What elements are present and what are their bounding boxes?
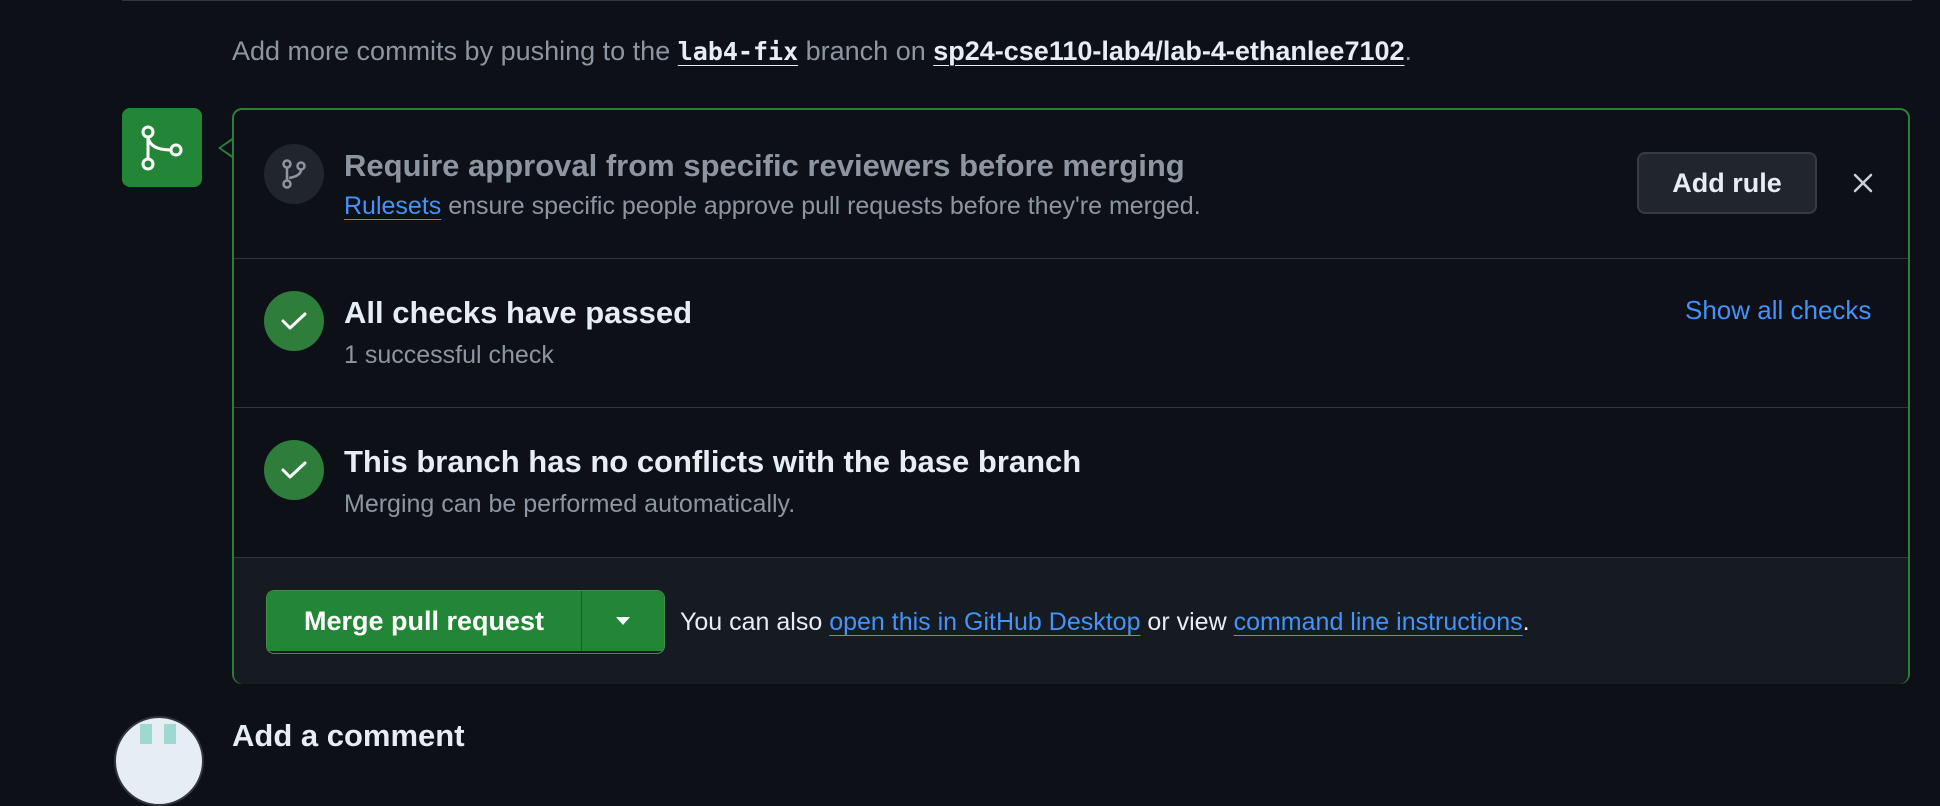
check-icon — [281, 461, 307, 479]
checks-subtitle: 1 successful check — [344, 341, 554, 369]
rulesets-link[interactable]: Rulesets — [344, 192, 441, 220]
conflicts-status-circle — [264, 440, 324, 500]
command-line-instructions-link[interactable]: command line instructions — [1234, 608, 1523, 636]
conflicts-title: This branch has no conflicts with the ba… — [344, 444, 1082, 479]
avatar-pixel — [140, 724, 152, 744]
avatar-pixel — [164, 724, 176, 744]
conflicts-section: This branch has no conflicts with the ba… — [234, 408, 1908, 558]
add-rule-button[interactable]: Add rule — [1637, 152, 1817, 214]
ruleset-description: Rulesets ensure specific people approve … — [344, 192, 1201, 221]
checks-status-circle — [264, 291, 324, 351]
add-comment-heading: Add a comment — [232, 718, 465, 753]
push-info-text: Add more commits by pushing to the lab4-… — [232, 36, 1412, 67]
merge-status-badge — [122, 108, 202, 187]
merge-alternatives-note: You can also open this in GitHub Desktop… — [680, 608, 1530, 637]
push-info-prefix: Add more commits by pushing to the — [232, 36, 678, 66]
check-icon — [281, 312, 307, 330]
conflicts-subtitle: Merging can be performed automatically. — [344, 490, 796, 518]
git-merge-icon — [141, 125, 183, 170]
merge-action-section: Merge pull request You can also open thi… — [234, 558, 1908, 684]
triangle-down-icon — [616, 617, 630, 625]
avatar[interactable] — [114, 716, 204, 806]
close-button[interactable] — [1846, 166, 1880, 200]
push-info-middle: branch on — [798, 36, 934, 66]
checks-section: All checks have passed 1 successful chec… — [234, 259, 1908, 408]
ruleset-description-text: ensure specific people approve pull requ… — [441, 192, 1201, 220]
ruleset-title: Require approval from specific reviewers… — [344, 148, 1185, 183]
merge-note-middle: or view — [1140, 608, 1234, 636]
github-desktop-link[interactable]: open this in GitHub Desktop — [829, 608, 1140, 636]
merge-method-dropdown[interactable] — [582, 591, 664, 651]
timeline-divider — [122, 0, 1912, 1]
merge-note-prefix: You can also — [680, 608, 830, 636]
merge-button-group: Merge pull request — [266, 590, 665, 654]
checks-title: All checks have passed — [344, 295, 693, 330]
push-info-suffix: . — [1404, 36, 1413, 66]
repo-link[interactable]: sp24-cse110-lab4/lab-4-ethanlee7102 — [933, 36, 1404, 66]
git-branch-icon — [282, 159, 306, 189]
merge-note-suffix: . — [1522, 608, 1530, 636]
branch-name-link[interactable]: lab4-fix — [678, 37, 798, 66]
close-icon — [1853, 173, 1873, 193]
merge-pull-request-button[interactable]: Merge pull request — [267, 591, 582, 651]
ruleset-icon-circle — [264, 144, 324, 204]
show-all-checks-link[interactable]: Show all checks — [1685, 295, 1871, 326]
ruleset-section: Require approval from specific reviewers… — [234, 110, 1908, 259]
merge-box: Require approval from specific reviewers… — [232, 108, 1910, 684]
